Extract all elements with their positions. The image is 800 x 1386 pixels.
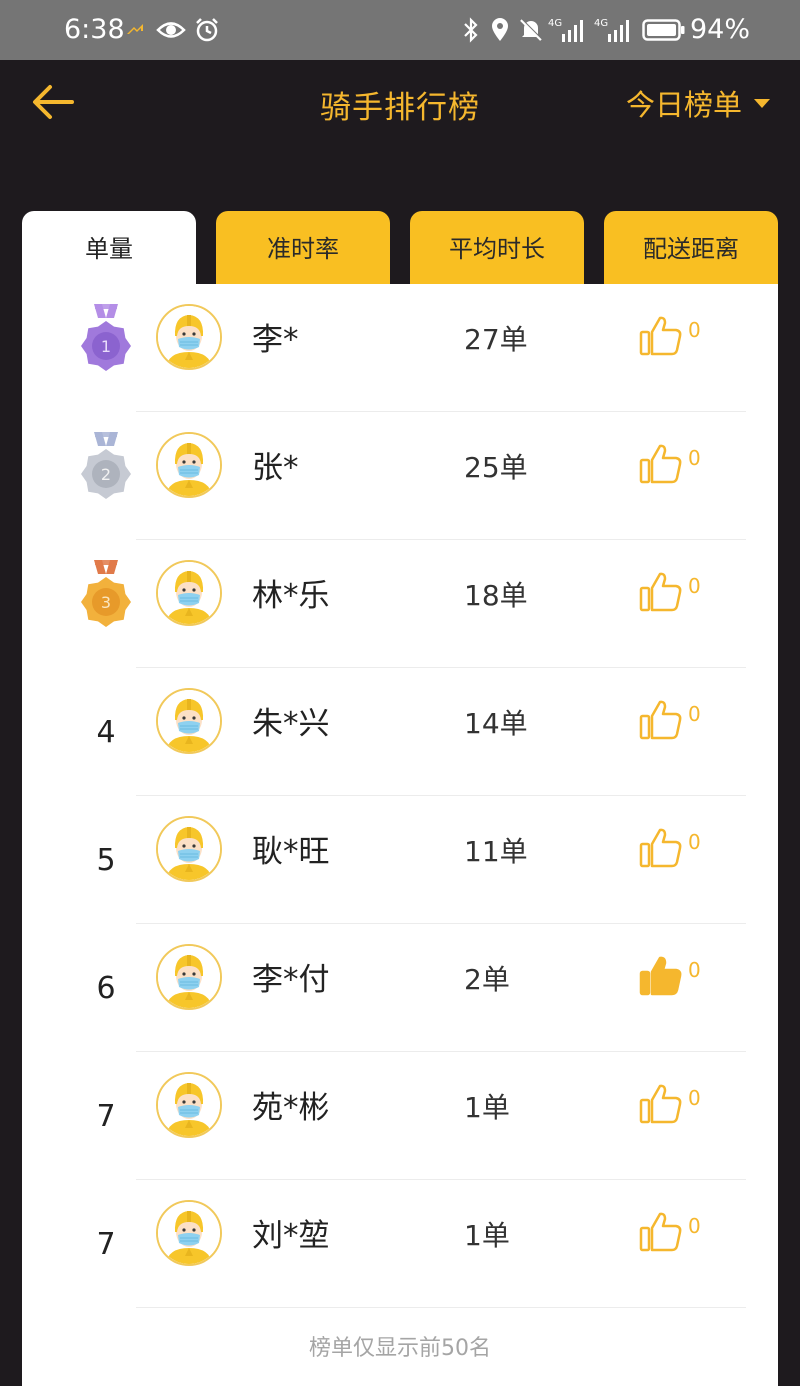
order-count: 1单: [464, 1091, 510, 1124]
rider-name: 张*: [252, 450, 299, 486]
signal-4g-icon: 4G: [594, 14, 634, 46]
status-bar: 6:38 4G 4G 94%: [0, 0, 800, 60]
tab-average-duration[interactable]: 平均时长: [410, 211, 584, 285]
svg-text:1: 1: [101, 337, 111, 356]
rider-name: 李*付: [252, 962, 330, 998]
thumbs-up-icon[interactable]: [638, 1208, 684, 1254]
rank-medal-icon: 2: [78, 430, 134, 502]
avatar: [156, 688, 222, 754]
rank-number: 6: [96, 970, 116, 1006]
table-row: 5 耿*旺 11单 0: [22, 796, 778, 924]
caret-down-icon: [754, 98, 770, 108]
order-count: 18单: [464, 579, 528, 612]
row-divider: [136, 1307, 746, 1308]
avatar: [156, 304, 222, 370]
avatar: [156, 432, 222, 498]
rank-number: 4: [96, 714, 116, 750]
rank-medal-icon: 1: [78, 302, 134, 374]
eye-icon: [156, 14, 186, 46]
thumbs-up-icon[interactable]: [638, 440, 684, 486]
rank-medal-icon: 3: [78, 558, 134, 630]
order-count: 14单: [464, 707, 528, 740]
svg-text:4G: 4G: [548, 18, 562, 29]
order-count: 25单: [464, 451, 528, 484]
rank-number: 5: [96, 842, 116, 878]
avatar: [156, 1200, 222, 1266]
notification-icon: [124, 14, 146, 46]
thumbs-up-icon[interactable]: [638, 568, 684, 614]
table-row: 4 朱*兴 14单 0: [22, 668, 778, 796]
table-row: 6 李*付 2单 0: [22, 924, 778, 1052]
ranking-list: 1 李* 27单 0 2 张* 25单 0 3 林*乐 18单 0 4 朱*兴 14单 0 5 耿*旺 11单 0 6 李…: [22, 284, 778, 1386]
battery-percent: 94%: [690, 14, 751, 45]
rider-name: 李*: [252, 322, 299, 358]
rider-name: 朱*兴: [252, 706, 330, 742]
order-count: 2单: [464, 963, 510, 996]
avatar: [156, 1072, 222, 1138]
like-count: 0: [688, 446, 701, 470]
like-count: 0: [688, 830, 701, 854]
tab-order-count[interactable]: 单量: [22, 211, 196, 287]
table-row: 7 苑*彬 1单 0: [22, 1052, 778, 1180]
rider-name: 苑*彬: [252, 1090, 330, 1126]
tab-delivery-distance[interactable]: 配送距离: [604, 211, 778, 285]
rider-name: 耿*旺: [252, 834, 330, 870]
period-label: 今日榜单: [625, 88, 742, 122]
like-count: 0: [688, 318, 701, 342]
thumbs-up-icon[interactable]: [638, 824, 684, 870]
avatar: [156, 560, 222, 626]
thumbs-up-icon[interactable]: [638, 312, 684, 358]
clock: 6:38: [64, 14, 125, 45]
signal-4g-icon: 4G: [548, 14, 588, 46]
like-count: 0: [688, 702, 701, 726]
tab-on-time-rate[interactable]: 准时率: [216, 211, 390, 285]
like-count: 0: [688, 1214, 701, 1238]
order-count: 11单: [464, 835, 528, 868]
thumbs-up-icon[interactable]: [638, 1080, 684, 1126]
order-count: 1单: [464, 1219, 510, 1252]
avatar: [156, 816, 222, 882]
rider-name: 林*乐: [252, 578, 330, 614]
svg-text:4G: 4G: [594, 18, 608, 29]
rank-number: 7: [96, 1098, 116, 1134]
alarm-icon: [194, 14, 220, 46]
ranking-tabs: 单量 准时率 平均时长 配送距离: [22, 211, 778, 287]
rider-name: 刘*堃: [252, 1218, 330, 1254]
list-footer-note: 榜单仅显示前50名: [309, 1336, 491, 1361]
bluetooth-icon: [462, 14, 480, 46]
app-header: 骑手排行榜 今日榜单: [0, 60, 800, 210]
table-row: 7 刘*堃 1单 0: [22, 1180, 778, 1308]
location-icon: [490, 14, 510, 46]
thumbs-up-icon[interactable]: [638, 696, 684, 742]
like-count: 0: [688, 958, 701, 982]
period-selector[interactable]: 今日榜单: [626, 82, 770, 124]
table-row: 2 张* 25单 0: [22, 412, 778, 540]
order-count: 27单: [464, 323, 528, 356]
avatar: [156, 944, 222, 1010]
rank-number: 7: [96, 1226, 116, 1262]
svg-text:3: 3: [101, 593, 111, 612]
battery-icon: [642, 14, 686, 46]
thumbs-up-filled-icon[interactable]: [638, 952, 684, 998]
table-row: 3 林*乐 18单 0: [22, 540, 778, 668]
svg-text:2: 2: [101, 465, 111, 484]
table-row: 1 李* 27单 0: [22, 284, 778, 412]
like-count: 0: [688, 1086, 701, 1110]
like-count: 0: [688, 574, 701, 598]
mute-icon: [518, 14, 544, 46]
